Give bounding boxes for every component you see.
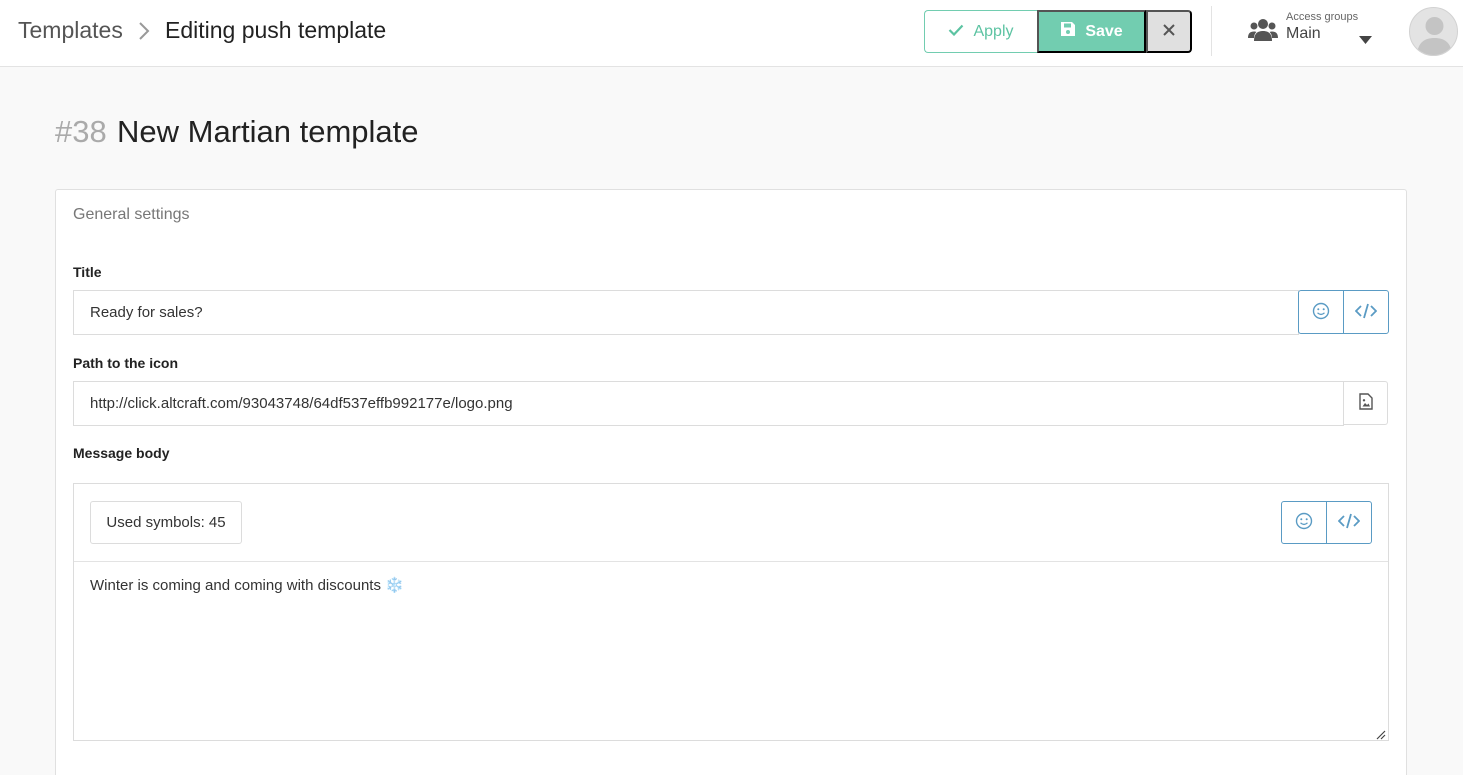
save-label: Save xyxy=(1085,22,1123,40)
users-icon xyxy=(1248,17,1278,48)
template-id: #38 xyxy=(55,114,107,149)
close-button[interactable] xyxy=(1146,10,1192,53)
access-groups-label: Access groups xyxy=(1286,11,1359,23)
icon-path-input[interactable] xyxy=(73,381,1344,426)
code-icon xyxy=(1337,513,1361,532)
caret-down-icon[interactable] xyxy=(1359,31,1372,49)
resize-handle-icon[interactable] xyxy=(1374,727,1386,745)
apply-button[interactable]: Apply xyxy=(924,10,1037,53)
page-title: New Martian template xyxy=(117,114,419,149)
title-emoji-button[interactable] xyxy=(1298,290,1344,334)
toolbar-divider xyxy=(1211,6,1212,56)
avatar[interactable] xyxy=(1409,7,1458,56)
check-icon xyxy=(948,23,964,41)
close-icon xyxy=(1163,24,1175,39)
emoji-icon xyxy=(1295,512,1313,533)
editor-toolbar-divider xyxy=(74,561,1388,562)
code-icon xyxy=(1354,303,1378,322)
floppy-disk-icon xyxy=(1060,21,1076,42)
breadcrumb-current: Editing push template xyxy=(165,17,387,43)
title-label: Title xyxy=(73,264,102,280)
icon-path-label: Path to the icon xyxy=(73,355,178,371)
message-body-text[interactable]: Winter is coming and coming with discoun… xyxy=(90,576,404,594)
access-groups-value[interactable]: Main xyxy=(1286,25,1321,43)
title-input[interactable] xyxy=(73,290,1299,335)
message-body-editor[interactable] xyxy=(73,483,1389,741)
title-code-button[interactable] xyxy=(1343,290,1389,334)
top-bar: Templates Editing push template Apply Sa… xyxy=(0,0,1463,67)
used-symbols-counter: Used symbols: 45 xyxy=(90,501,242,544)
general-settings-heading: General settings xyxy=(73,206,190,223)
message-body-label: Message body xyxy=(73,445,170,461)
body-code-button[interactable] xyxy=(1326,501,1372,544)
save-button[interactable]: Save xyxy=(1037,10,1146,53)
chevron-right-icon xyxy=(137,20,151,47)
body-emoji-button[interactable] xyxy=(1281,501,1327,544)
choose-icon-file-button[interactable] xyxy=(1343,381,1388,425)
image-file-icon xyxy=(1358,393,1373,413)
apply-label: Apply xyxy=(973,22,1014,40)
emoji-icon xyxy=(1312,302,1330,323)
breadcrumb-templates[interactable]: Templates xyxy=(18,17,123,44)
